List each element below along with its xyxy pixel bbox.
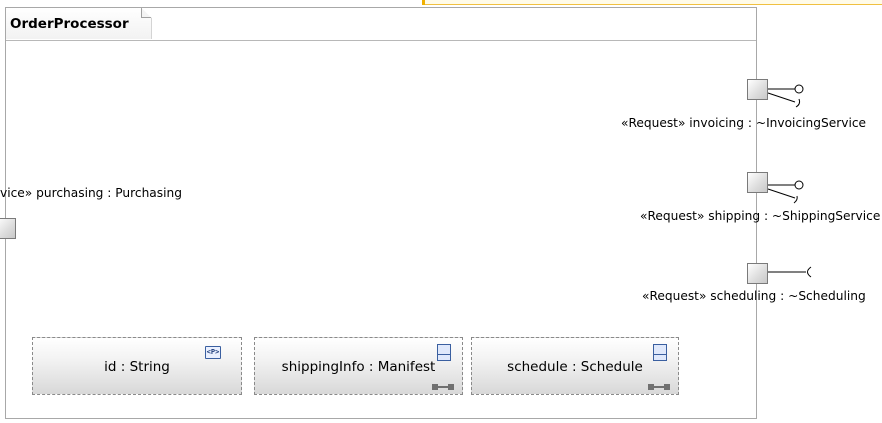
structure-link-icon: [432, 384, 454, 390]
port-label-shipping: «Request» shipping : ~ShippingService: [640, 209, 881, 223]
structure-link-icon: [648, 384, 670, 390]
port-connectors: [767, 84, 804, 204]
frame-title[interactable]: OrderProcessor: [6, 8, 152, 39]
port-scheduling[interactable]: [747, 263, 768, 284]
part-id[interactable]: id : String <P>: [32, 337, 242, 395]
selection-highlight-strip: [422, 0, 882, 5]
shipping-lollipop-socket-icon: [767, 180, 804, 204]
part-label-id: id : String: [104, 359, 170, 375]
port-purchasing[interactable]: [0, 218, 16, 239]
frame-header: OrderProcessor: [6, 8, 756, 41]
class-icon: [653, 344, 667, 361]
port-label-scheduling: «Request» scheduling : ~Scheduling: [642, 289, 866, 303]
port-label-purchasing: vice» purchasing : Purchasing: [0, 186, 182, 200]
part-label-shippinginfo: shippingInfo : Manifest: [281, 359, 436, 375]
port-shipping[interactable]: [747, 172, 768, 193]
invoicing-lollipop-socket-icon: [767, 84, 804, 108]
part-label-schedule: schedule : Schedule: [507, 359, 643, 375]
part-schedule[interactable]: schedule : Schedule: [471, 337, 679, 395]
class-icon: [437, 344, 451, 361]
part-shippinginfo[interactable]: shippingInfo : Manifest: [254, 337, 463, 395]
port-invoicing[interactable]: [747, 79, 768, 100]
scheduling-socket-icon: [768, 266, 812, 278]
port-label-invoicing: «Request» invoicing : ~InvoicingService: [621, 116, 867, 130]
property-icon: <P>: [205, 346, 221, 359]
